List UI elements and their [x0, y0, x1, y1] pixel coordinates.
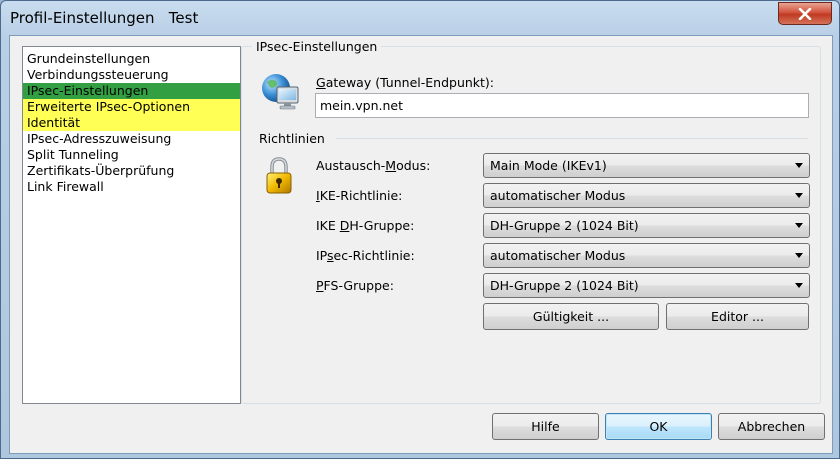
exchange-mode-label: Austausch-Modus: — [316, 158, 430, 173]
ike-policy-label: IKE-Richtlinie: — [316, 188, 402, 203]
title-bar[interactable]: Profil-Einstellungen Test — [1, 1, 839, 37]
chevron-down-icon — [795, 223, 803, 228]
dialog-client-area: Grundeinstellungen Verbindungssteuerung … — [9, 35, 833, 454]
padlock-icon — [264, 156, 294, 199]
pfs-group-label-b: FS-Gruppe: — [323, 278, 394, 293]
pfs-group-label-key: P — [316, 278, 324, 293]
nav-item-ipsec-einstellungen[interactable]: IPsec-Einstellungen — [23, 83, 240, 99]
ipsec-policy-label: IPsec-Richtlinie: — [316, 248, 415, 263]
gateway-label: Gateway (Tunnel-Endpunkt): — [316, 75, 494, 90]
ike-dh-group-select[interactable]: DH-Gruppe 2 (1024 Bit) — [483, 213, 810, 238]
nav-item-identitaet[interactable]: Identität — [23, 115, 240, 131]
exchange-mode-select[interactable]: Main Mode (IKEv1) — [483, 153, 810, 178]
network-globe-icon — [260, 72, 302, 115]
nav-item-grundeinstellungen[interactable]: Grundeinstellungen — [23, 51, 240, 67]
gateway-label-accesskey: G — [316, 75, 326, 90]
chevron-down-icon — [795, 283, 803, 288]
ike-policy-select[interactable]: automatischer Modus — [483, 183, 810, 208]
settings-category-list[interactable]: Grundeinstellungen Verbindungssteuerung … — [22, 46, 241, 404]
ike-dh-group-value: DH-Gruppe 2 (1024 Bit) — [490, 218, 639, 233]
exchange-mode-value: Main Mode (IKEv1) — [490, 158, 607, 173]
pfs-group-label: PFS-Gruppe: — [316, 278, 394, 293]
pfs-group-select[interactable]: DH-Gruppe 2 (1024 Bit) — [483, 273, 810, 298]
gateway-input[interactable]: mein.vpn.net — [315, 93, 809, 118]
ike-policy-value: automatischer Modus — [490, 188, 626, 203]
ipsec-policy-value: automatischer Modus — [490, 248, 626, 263]
exchange-mode-label-key: M — [385, 158, 397, 173]
chevron-down-icon — [795, 193, 803, 198]
window-title: Profil-Einstellungen Test — [10, 9, 199, 27]
nav-item-erweiterte-ipsec-optionen[interactable]: Erweiterte IPsec-Optionen — [23, 99, 240, 115]
nav-item-link-firewall[interactable]: Link Firewall — [23, 179, 240, 195]
ike-dh-group-label-b: H-Gruppe: — [349, 218, 415, 233]
ipsec-policy-select[interactable]: automatischer Modus — [483, 243, 810, 268]
pfs-group-value: DH-Gruppe 2 (1024 Bit) — [490, 278, 639, 293]
gateway-label-text: ateway (Tunnel-Endpunkt): — [325, 75, 495, 90]
close-icon — [798, 7, 812, 20]
policies-divider — [336, 138, 808, 139]
dialog-window: Profil-Einstellungen Test Grundeinstellu… — [0, 0, 840, 459]
chevron-down-icon — [795, 163, 803, 168]
ipsec-policy-label-b: ec-Richtlinie: — [333, 248, 415, 263]
nav-item-ipsec-adresszuweisung[interactable]: IPsec-Adresszuweisung — [23, 131, 240, 147]
nav-item-verbindungssteuerung[interactable]: Verbindungssteuerung — [23, 67, 240, 83]
nav-item-split-tunneling[interactable]: Split Tunneling — [23, 147, 240, 163]
ike-dh-group-label: IKE DH-Gruppe: — [316, 218, 414, 233]
ok-button[interactable]: OK — [605, 413, 712, 440]
cancel-button[interactable]: Abbrechen — [718, 413, 825, 440]
close-button[interactable] — [778, 2, 832, 25]
ike-dh-group-label-key: D — [339, 218, 350, 233]
group-title: IPsec-Einstellungen — [252, 39, 382, 54]
help-button[interactable]: Hilfe — [492, 413, 599, 440]
ike-dh-group-label-a: IKE — [316, 218, 340, 233]
policies-section-title: Richtlinien — [259, 131, 325, 146]
exchange-mode-label-a: Austausch- — [316, 158, 386, 173]
exchange-mode-label-b: odus: — [396, 158, 431, 173]
chevron-down-icon — [795, 253, 803, 258]
ipsec-policy-label-a: IP — [316, 248, 328, 263]
ike-policy-label-b: KE-Richtlinie: — [319, 188, 403, 203]
validity-button[interactable]: Gültigkeit ... — [483, 303, 659, 330]
editor-button[interactable]: Editor ... — [666, 303, 809, 330]
nav-item-zertifikats-ueberpruefung[interactable]: Zertifikats-Überprüfung — [23, 163, 240, 179]
